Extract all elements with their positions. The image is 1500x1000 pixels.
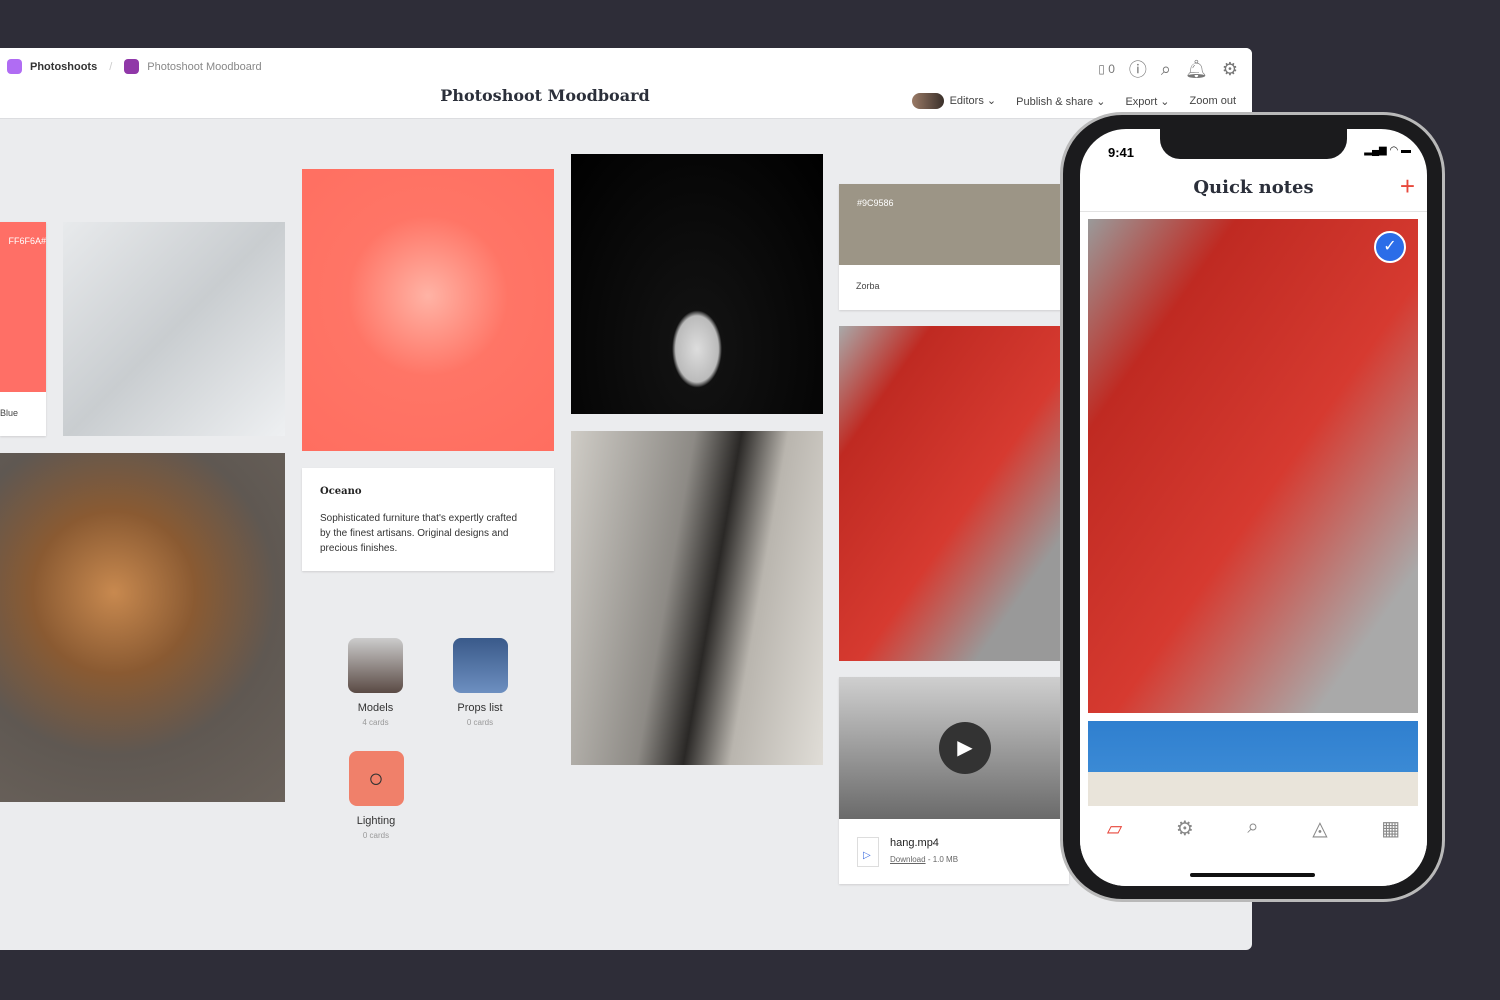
- status-icons: ▂▄▆ ◠ ▬: [1364, 145, 1411, 156]
- quick-note-image-2[interactable]: [1088, 721, 1418, 806]
- coral-glass-image[interactable]: [302, 169, 554, 451]
- zoom-out-button[interactable]: Zoom out: [1190, 95, 1236, 107]
- breadcrumb-current[interactable]: Photoshoot Moodboard: [147, 61, 261, 73]
- lightbulb-icon: ○: [348, 751, 404, 806]
- red-chair-image[interactable]: [839, 326, 1069, 661]
- search-icon[interactable]: ⌕: [1161, 59, 1171, 80]
- export-button[interactable]: Export ⌄: [1125, 95, 1169, 108]
- publish-label: Publish & share: [1016, 95, 1094, 108]
- board-icon: [7, 59, 22, 74]
- export-label: Export: [1125, 95, 1158, 108]
- board-models[interactable]: Models 4 cards: [348, 638, 403, 727]
- phone-mockup: 9:41 ▂▄▆ ◠ ▬ Quick notes + ✓ ▱ ⚙ ⌕ ◬ ▦: [1060, 112, 1445, 902]
- add-note-button[interactable]: +: [1400, 171, 1415, 202]
- video-card[interactable]: ▶ ▷ hang.mp4 Download - 1.0 MB: [839, 677, 1069, 884]
- corridor-image[interactable]: [571, 431, 823, 765]
- swatch-code: #9C9586: [839, 184, 1069, 265]
- header: Photoshoots / Photoshoot Moodboard Photo…: [0, 48, 1252, 119]
- bell-icon[interactable]: 🔔︎: [1185, 59, 1208, 80]
- video-file-icon: ▷: [857, 837, 879, 867]
- models-thumbnail: [348, 638, 403, 693]
- notch: [1160, 129, 1347, 159]
- editors-button[interactable]: Editors ⌄: [911, 93, 996, 109]
- swatch-name: Blue: [0, 408, 19, 418]
- color-swatch-card[interactable]: #9C9586 Zorba: [839, 184, 1069, 310]
- board-label: Models: [357, 702, 394, 714]
- board-count: 0 cards: [362, 831, 390, 840]
- board-lighting[interactable]: ○ Lighting 0 cards: [340, 751, 412, 840]
- phone-title: Quick notes: [1193, 177, 1314, 198]
- color-swatch-card[interactable]: #FF6F6A Blue: [0, 222, 46, 436]
- phone-screen: 9:41 ▂▄▆ ◠ ▬ Quick notes + ✓ ▱ ⚙ ⌕ ◬ ▦: [1080, 129, 1427, 886]
- props-thumbnail: [452, 638, 508, 693]
- device-button[interactable]: ▯ 0: [1098, 62, 1115, 76]
- swatch-name: Zorba: [856, 281, 880, 291]
- status-time: 9:41: [1108, 145, 1135, 160]
- board-count: 0 cards: [466, 718, 494, 727]
- home-indicator: [1190, 873, 1315, 877]
- white-chair-image[interactable]: [571, 154, 823, 414]
- board-label: Props list: [457, 702, 503, 714]
- breadcrumb-photoshoots[interactable]: Photoshoots: [30, 61, 97, 73]
- video-thumbnail: ▶: [839, 677, 1069, 819]
- architecture-image[interactable]: [63, 222, 285, 436]
- quick-note-image[interactable]: ✓: [1088, 219, 1418, 713]
- pendant-lamps-image[interactable]: [0, 453, 285, 802]
- board-props-list[interactable]: Props list 0 cards: [445, 638, 515, 727]
- avatar: [911, 93, 944, 109]
- help-icon[interactable]: ⓘ: [1129, 56, 1147, 82]
- file-size: - 1.0 MB: [927, 855, 959, 864]
- board-count: 4 cards: [362, 718, 389, 727]
- note-card[interactable]: Oceano Sophisticated furniture that's ex…: [302, 468, 554, 571]
- download-link[interactable]: Download: [890, 855, 926, 864]
- notes-tab-icon[interactable]: ▱: [1107, 816, 1122, 886]
- editors-label: Editors: [949, 94, 984, 107]
- check-icon[interactable]: ✓: [1374, 231, 1406, 263]
- breadcrumb: Photoshoots / Photoshoot Moodboard: [7, 59, 262, 74]
- board-icon: [124, 59, 140, 74]
- gear-icon[interactable]: ⚙: [1222, 59, 1238, 80]
- play-button[interactable]: ▶: [939, 722, 991, 774]
- swatch-code: #FF6F6A: [0, 222, 46, 392]
- note-body: Sophisticated furniture that's expertly …: [320, 513, 518, 554]
- file-name: hang.mp4: [890, 837, 939, 849]
- note-title: Oceano: [320, 486, 362, 497]
- publish-share-button[interactable]: Publish & share ⌄: [1016, 95, 1105, 108]
- grid-tab-icon[interactable]: ▦: [1381, 816, 1400, 886]
- device-count: 0: [1108, 62, 1115, 76]
- board-label: Lighting: [356, 815, 396, 827]
